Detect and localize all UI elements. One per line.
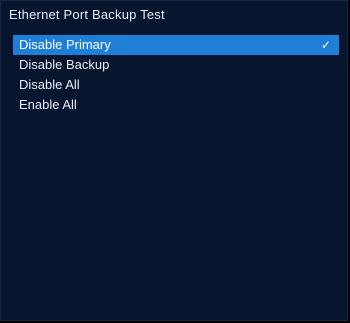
- option-menu: Disable Primary ✓ Disable Backup Disable…: [13, 35, 339, 115]
- checkmark-icon: ✓: [320, 38, 331, 52]
- menu-item-label: Disable Primary: [19, 37, 111, 52]
- backup-test-dialog: Ethernet Port Backup Test Disable Primar…: [0, 0, 348, 321]
- menu-item-label: Disable Backup: [19, 57, 110, 72]
- menu-item-disable-backup[interactable]: Disable Backup: [13, 55, 339, 75]
- menu-item-enable-all[interactable]: Enable All: [13, 95, 339, 115]
- menu-item-label: Enable All: [19, 97, 77, 112]
- menu-item-label: Disable All: [19, 77, 80, 92]
- menu-item-disable-all[interactable]: Disable All: [13, 75, 339, 95]
- menu-item-disable-primary[interactable]: Disable Primary ✓: [13, 35, 339, 55]
- dialog-title: Ethernet Port Backup Test: [9, 7, 165, 22]
